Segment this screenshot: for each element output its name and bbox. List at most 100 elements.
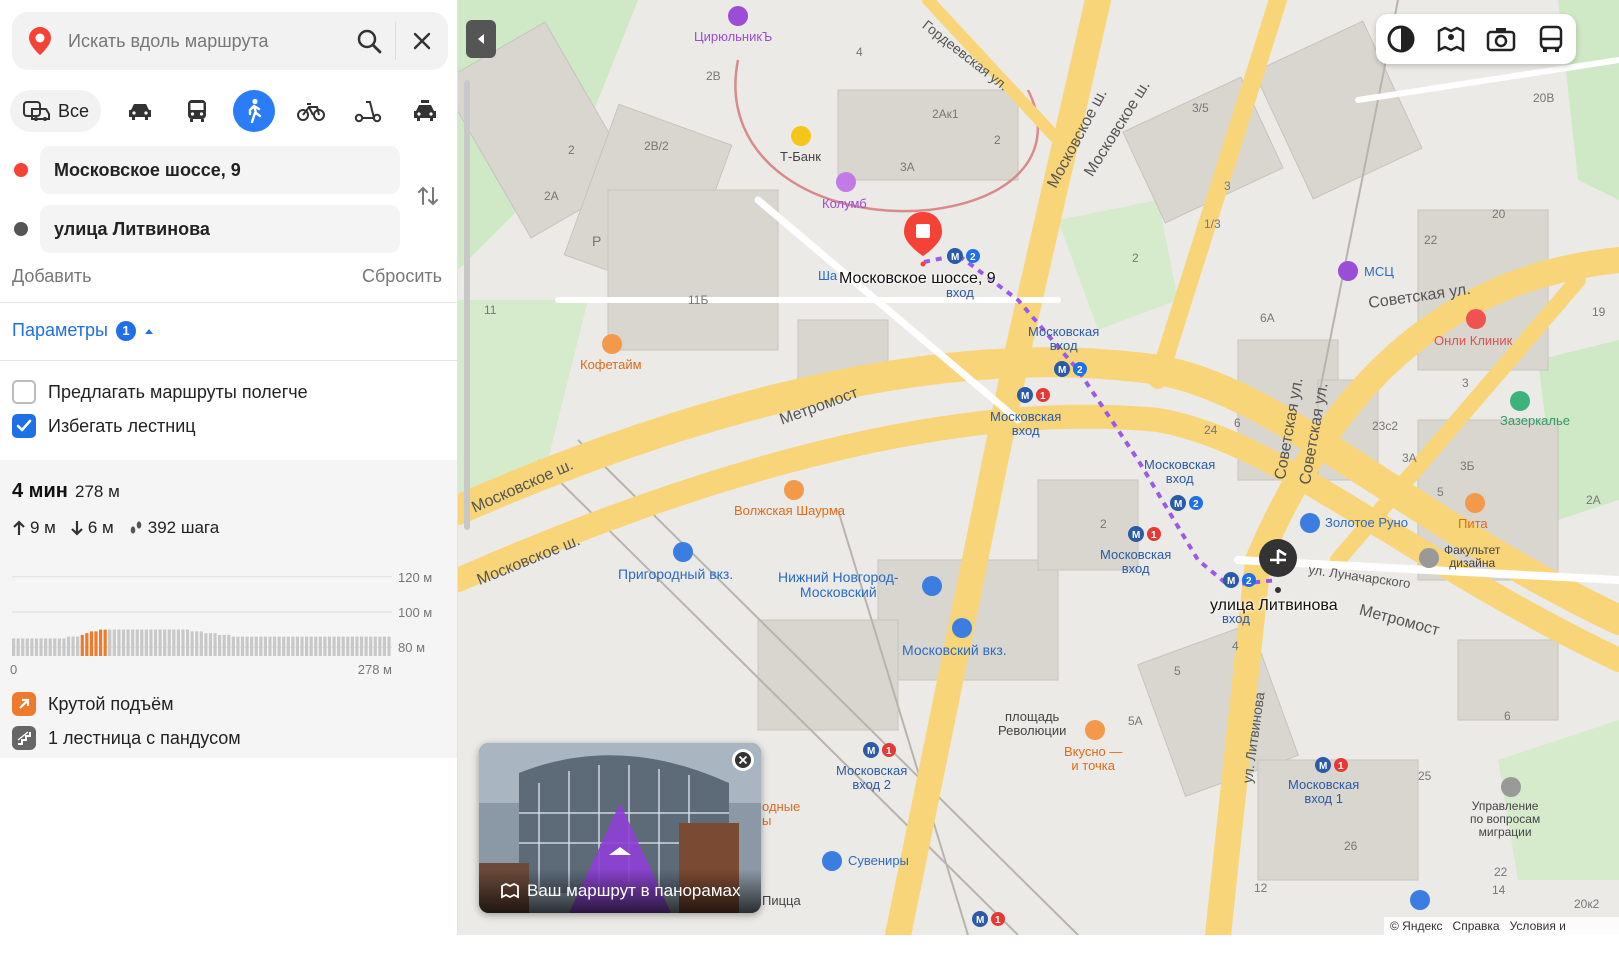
mode-car-button[interactable] — [119, 90, 161, 132]
help-link[interactable]: Справка — [1453, 919, 1500, 933]
profile-y-tick: 120 м — [398, 570, 432, 585]
profile-x-tick: 0 — [10, 662, 17, 677]
mode-bicycle-button[interactable] — [290, 90, 332, 132]
mode-all-button[interactable]: Все — [10, 90, 102, 132]
profile-bar — [236, 636, 240, 656]
metro-entrance-label[interactable]: Московская вход — [1100, 547, 1171, 577]
poi-label[interactable]: Золотое Руно — [1325, 515, 1408, 530]
bus-icon — [1539, 25, 1563, 52]
yandex-copyright-link[interactable]: © Яндекс — [1390, 919, 1443, 933]
profile-bar — [364, 636, 368, 656]
poi-label[interactable]: Волжская Шаурма — [734, 503, 845, 518]
mode-bus-button[interactable] — [176, 90, 218, 132]
house-number: 24 — [1204, 423, 1218, 437]
metro-entrance-label[interactable]: Московская вход 1 — [1288, 777, 1359, 807]
poi-label[interactable]: Кофетайм — [580, 357, 642, 372]
metro-entrance-label[interactable]: Московская вход — [1144, 457, 1215, 487]
route-panel: Искать вдоль маршрута Все Московское шос… — [0, 0, 458, 965]
profile-bar — [167, 629, 171, 656]
poi-label[interactable]: Сувениры — [848, 853, 909, 868]
svg-text:M: M — [1021, 391, 1029, 402]
mode-taxi-button[interactable] — [404, 90, 446, 132]
profile-bar — [176, 629, 180, 656]
house-number: 20В — [1533, 91, 1555, 105]
metro-entrance-label[interactable]: Московская вход — [990, 409, 1061, 439]
poi-label[interactable]: Ша — [818, 268, 837, 283]
poi-label[interactable]: Управление по вопросам миграции — [1470, 799, 1540, 840]
panorama-close-button[interactable] — [732, 749, 754, 771]
profile-bar — [71, 636, 75, 656]
panorama-preview[interactable]: Ваш маршрут в панорамах — [479, 743, 761, 913]
poi-label[interactable]: ЦирюльникЪ — [694, 29, 772, 44]
profile-bar — [158, 629, 162, 656]
house-number: 5А — [1128, 714, 1143, 728]
checkbox-easier-routes[interactable] — [12, 380, 36, 404]
poi-label[interactable]: Колумб — [822, 196, 867, 211]
house-number: 2 — [568, 143, 575, 157]
poi-label[interactable]: Факультет дизайна — [1444, 543, 1500, 570]
option-easier-routes[interactable]: Предлагать маршруты полегче — [12, 380, 308, 404]
feature-label: 1 лестница с пандусом — [48, 727, 241, 748]
poi-label[interactable]: Московский вкз. — [902, 642, 1007, 658]
poi-label[interactable]: Онли Клиник — [1434, 333, 1512, 348]
camera-icon — [1486, 28, 1516, 52]
profile-bar — [305, 636, 309, 656]
metro-entrance-label[interactable]: вход — [1222, 611, 1250, 626]
mode-scooter-button[interactable] — [347, 90, 389, 132]
checkbox-avoid-stairs[interactable] — [12, 414, 36, 438]
to-field[interactable]: улица Литвинова — [40, 205, 400, 253]
poi-label[interactable]: Т-Банк — [780, 149, 821, 164]
house-number: 22 — [1424, 233, 1438, 247]
swap-points-button[interactable] — [414, 182, 442, 210]
transport-layer-button[interactable] — [1533, 21, 1569, 57]
reset-route-link[interactable]: Сбросить — [362, 266, 442, 287]
profile-bar — [76, 636, 80, 656]
profile-bar — [268, 636, 272, 656]
house-number: 12 — [1254, 881, 1268, 895]
params-toggle[interactable]: Параметры 1 — [12, 320, 154, 341]
svg-text:M: M — [976, 915, 984, 926]
profile-bar — [387, 636, 391, 656]
collapse-panel-button[interactable] — [466, 20, 496, 58]
poi-label[interactable]: МСЦ — [1364, 264, 1394, 279]
search-placeholder[interactable]: Искать вдоль маршрута — [68, 31, 343, 52]
poi-label[interactable]: Пита — [1458, 516, 1488, 531]
taxi-icon — [414, 100, 437, 121]
close-search-button[interactable] — [396, 21, 448, 61]
metro-entrance-label[interactable]: вход — [946, 285, 974, 300]
add-point-link[interactable]: Добавить — [12, 266, 92, 287]
metro-entrance-label[interactable]: Московская вход — [1028, 324, 1099, 354]
poi-label[interactable]: Зазеркалье — [1500, 413, 1570, 428]
steps-value: 392 шага — [147, 518, 220, 537]
option-avoid-stairs[interactable]: Избегать лестниц — [12, 414, 196, 438]
house-number: 22 — [1494, 865, 1508, 879]
from-field[interactable]: Московское шоссе, 9 — [40, 146, 400, 194]
route-result-card[interactable]: 4 мин 278 м 9 м 6 м 392 шага 120 м 100 м 8… — [0, 460, 457, 758]
panel-scrollbar[interactable] — [464, 80, 470, 530]
route-search-box[interactable]: Искать вдоль маршрута — [12, 12, 448, 70]
poi-label[interactable]: Пицца — [762, 893, 801, 908]
feature-steep-ascent: Крутой подъём — [12, 692, 174, 716]
params-count-badge: 1 — [115, 320, 136, 341]
mode-pedestrian-button[interactable] — [233, 90, 276, 132]
svg-text:M: M — [1319, 761, 1327, 772]
terms-link[interactable]: Условия и — [1510, 919, 1566, 933]
metro-entrance-label[interactable]: Московская вход 2 — [836, 763, 907, 793]
house-number: 19 — [1592, 305, 1606, 319]
poi-label[interactable]: одные ы — [762, 799, 800, 829]
poi-label[interactable]: Пригородный вкз. — [618, 566, 733, 582]
poi-label[interactable]: Нижний Новгород- Московский — [778, 569, 899, 601]
profile-bar — [80, 634, 84, 656]
house-number: 4 — [1232, 639, 1239, 653]
steps-stat: 392 шага — [128, 518, 219, 538]
descent-stat: 6 м — [70, 518, 114, 538]
profile-bar — [240, 636, 245, 656]
poi-label[interactable]: Вкусно — и точка — [1064, 744, 1122, 774]
layers-button[interactable] — [1383, 21, 1419, 57]
panorama-layer-button[interactable] — [1433, 21, 1469, 57]
photo-layer-button[interactable] — [1483, 21, 1519, 57]
profile-bar — [350, 636, 354, 656]
search-button[interactable] — [343, 21, 395, 61]
elevation-profile-chart: 120 м 100 м 80 м 0 278 м — [10, 570, 432, 677]
svg-text:M: M — [1174, 499, 1182, 510]
